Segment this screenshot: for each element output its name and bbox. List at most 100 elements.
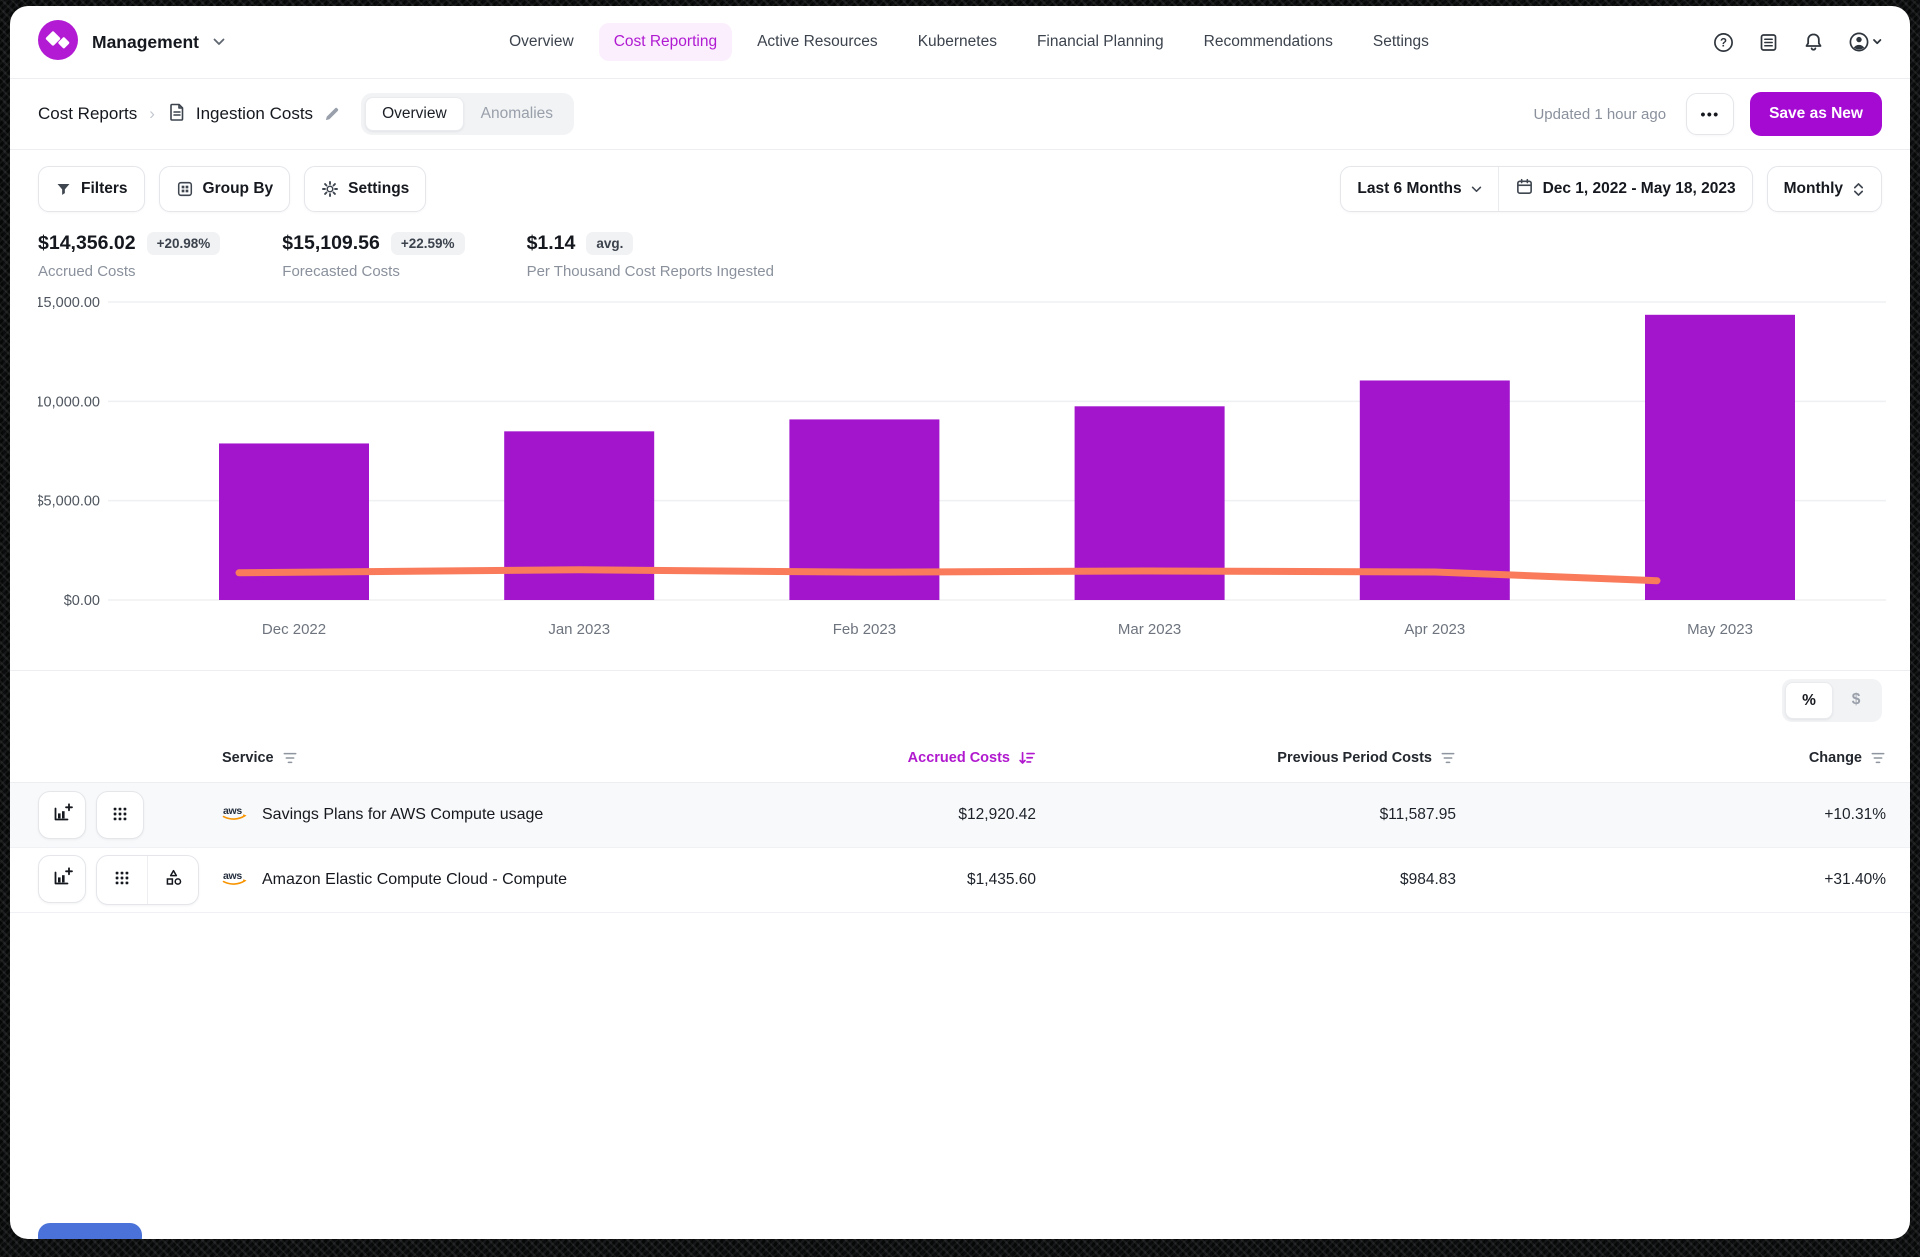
tab-anomalies[interactable]: Anomalies [464,97,570,131]
cost-chart: $0.00$5,000.00$10,000.00$15,000.00Dec 20… [38,294,1882,646]
bar-apr-2023 [1360,380,1510,600]
page-header-actions: Updated 1 hour ago ••• Save as New [1533,92,1882,136]
period-select[interactable]: Last 6 Months [1341,167,1497,211]
add-report-button[interactable] [38,855,86,903]
table-row-amazon-elastic-compute-cloud-compute[interactable]: aws Amazon Elastic Compute Cloud - Comput… [10,848,1910,913]
x-tick-label: Dec 2022 [262,621,326,638]
stat-per-thousand-cost-reports-ingested: $1.14avg.Per Thousand Cost Reports Inges… [527,232,774,280]
change-value: +10.31% [1456,806,1886,824]
column-header-change[interactable]: Change [1456,750,1886,766]
filter-icon [1870,751,1886,765]
nav-utilities: ? [1713,31,1882,53]
row-action-group [96,855,199,905]
column-header-service[interactable]: Service [222,750,796,766]
pencil-icon[interactable] [323,105,341,123]
stat-label: Per Thousand Cost Reports Ingested [527,263,774,280]
nav-item-kubernetes[interactable]: Kubernetes [903,23,1012,61]
stat-label: Accrued Costs [38,263,220,280]
breadcrumb-separator-icon: › [149,104,155,124]
notifications-icon[interactable] [1803,31,1824,53]
group-by-icon [176,180,194,198]
brand-logo-icon [38,20,78,65]
date-range-label: Dec 1, 2022 - May 18, 2023 [1543,180,1736,198]
save-as-new-button[interactable]: Save as New [1750,92,1882,136]
x-tick-label: Mar 2023 [1118,621,1181,638]
stat-label: Forecasted Costs [282,263,464,280]
grid-button[interactable] [96,791,144,839]
y-tick-label: $5,000.00 [38,494,100,510]
period-label: Last 6 Months [1357,180,1461,198]
group-by-button[interactable]: Group By [159,166,291,212]
services-table: ServiceAccrued CostsPrevious Period Cost… [10,734,1910,913]
service-name: Amazon Elastic Compute Cloud - Compute [262,871,567,889]
previous-value: $11,587.95 [1036,806,1456,824]
granularity-label: Monthly [1784,180,1843,198]
nav-item-recommendations[interactable]: Recommendations [1189,23,1348,61]
table-header: ServiceAccrued CostsPrevious Period Cost… [10,734,1910,783]
aws-logo-icon: aws [222,804,249,827]
row-actions [38,791,144,839]
nav-item-settings[interactable]: Settings [1358,23,1444,61]
unit-dollar-button[interactable]: $ [1833,682,1879,717]
nav-item-overview[interactable]: Overview [494,23,589,61]
svg-text:?: ? [1720,37,1727,49]
account-icon[interactable] [1848,31,1882,53]
updated-timestamp: Updated 1 hour ago [1533,106,1666,123]
row-actions [38,855,199,905]
bar-dec-2022 [219,443,369,600]
nav-item-financial-planning[interactable]: Financial Planning [1022,23,1179,61]
date-range-picker[interactable]: Dec 1, 2022 - May 18, 2023 [1498,167,1752,211]
change-value: +31.40% [1456,871,1886,889]
grid-icon [113,869,131,892]
view-tabs: OverviewAnomalies [361,93,574,135]
stat-badge: +22.59% [391,232,465,255]
date-range-group: Last 6 Months Dec 1, 2022 - May 18, 2023 [1340,166,1752,212]
gear-icon [321,180,339,198]
x-tick-label: Apr 2023 [1404,621,1465,638]
resources-icon [164,868,183,892]
filter-icon [1440,751,1456,765]
resources-button[interactable] [147,856,198,904]
breadcrumb-root[interactable]: Cost Reports [38,104,137,124]
stat-value: $15,109.56 [282,232,380,255]
unit-percent-button[interactable]: % [1785,682,1833,719]
nav-item-cost-reporting[interactable]: Cost Reporting [599,23,732,61]
calendar-icon [1515,177,1534,201]
y-tick-label: $15,000.00 [38,295,100,311]
toolbar-right: Last 6 Months Dec 1, 2022 - May 18, 2023 [1340,166,1882,212]
workspace-name: Management [92,32,199,53]
changelog-icon[interactable] [1758,32,1779,53]
svg-text:aws: aws [223,870,242,882]
chevron-down-icon [213,33,225,51]
report-title: Ingestion Costs [196,104,313,124]
add-report-icon [51,867,73,891]
filters-button[interactable]: Filters [38,166,145,212]
more-actions-button[interactable]: ••• [1686,93,1734,135]
accrued-value: $1,435.60 [796,871,1036,889]
settings-button[interactable]: Settings [304,166,426,212]
top-nav: Management Overview Cost Reporting Active … [10,6,1910,79]
stat-value: $1.14 [527,232,576,255]
stat-value: $14,356.02 [38,232,136,255]
x-tick-label: Jan 2023 [548,621,610,638]
grid-icon [111,805,129,826]
column-header-accrued-costs[interactable]: Accrued Costs [796,750,1036,766]
previous-value: $984.83 [1036,871,1456,889]
add-report-icon [51,803,73,827]
funnel-icon [55,181,72,198]
table-row-savings-plans-for-aws-compute-usage[interactable]: awsSavings Plans for AWS Compute usage$1… [10,783,1910,848]
unit-toggle: %$ [1782,679,1882,722]
add-report-button[interactable] [38,791,86,839]
workspace-switcher[interactable]: Management [38,20,225,65]
nav-item-active-resources[interactable]: Active Resources [742,23,893,61]
grid-button[interactable] [97,856,147,904]
column-header-previous-period-costs[interactable]: Previous Period Costs [1036,750,1456,766]
chat-launcher[interactable] [38,1223,142,1239]
up-down-icon [1852,182,1865,197]
help-icon[interactable]: ? [1713,32,1734,53]
stat-badge: +20.98% [147,232,221,255]
bar-may-2023 [1645,315,1795,600]
tab-overview[interactable]: Overview [365,97,464,131]
granularity-select[interactable]: Monthly [1767,166,1882,212]
page-header: Cost Reports › Ingestion Costs OverviewA… [10,79,1910,150]
